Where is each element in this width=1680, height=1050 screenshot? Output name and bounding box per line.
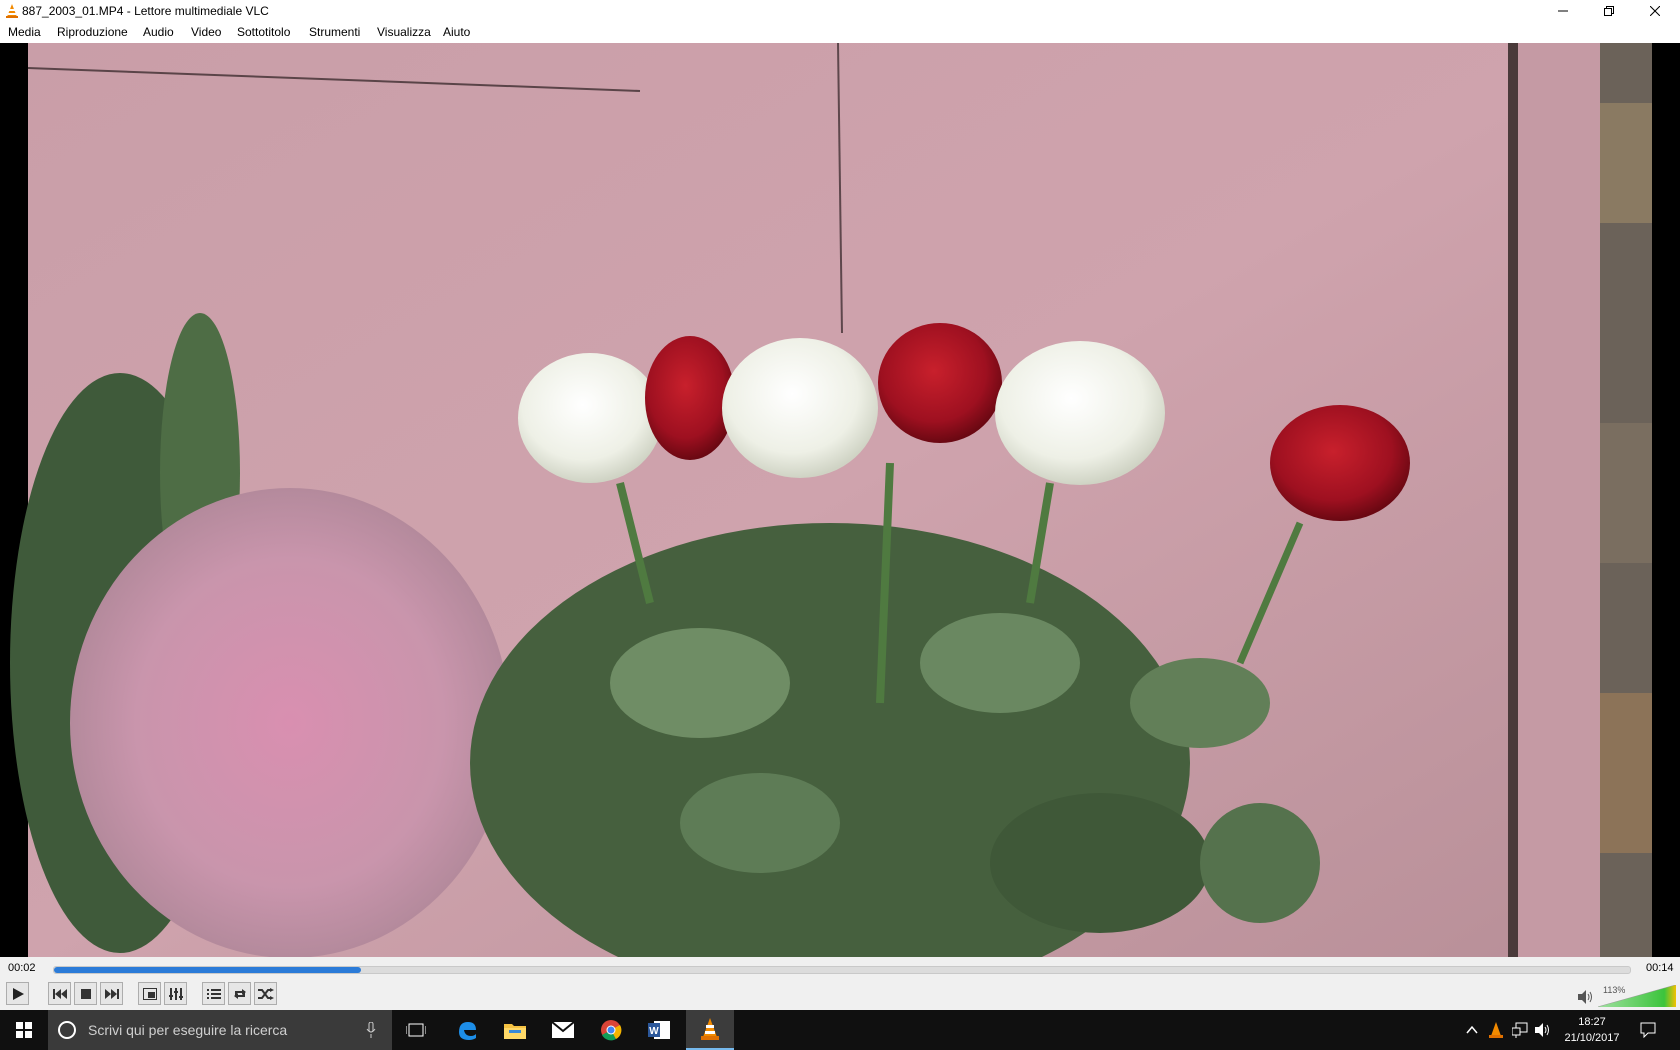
video-area[interactable] xyxy=(0,43,1680,957)
menu-audio[interactable]: Audio xyxy=(143,25,174,39)
taskbar-vlc[interactable] xyxy=(686,1010,734,1050)
menu-sottotitolo[interactable]: Sottotitolo xyxy=(237,25,290,39)
title-bar: 887_2003_01.MP4 - Lettore multimediale V… xyxy=(0,0,1680,22)
menu-aiuto[interactable]: Aiuto xyxy=(443,25,470,39)
search-box[interactable]: Scrivi qui per eseguire la ricerca xyxy=(48,1010,392,1050)
playlist-icon xyxy=(206,988,221,999)
elapsed-time[interactable]: 00:02 xyxy=(8,962,36,974)
menu-bar: Media Riproduzione Audio Video Sottotito… xyxy=(0,22,1680,43)
task-view-icon xyxy=(406,1023,426,1037)
previous-button[interactable] xyxy=(48,982,71,1005)
taskbar-mail[interactable] xyxy=(539,1010,587,1050)
stop-button[interactable] xyxy=(74,982,97,1005)
menu-video[interactable]: Video xyxy=(191,25,221,39)
close-button[interactable] xyxy=(1632,0,1678,22)
stop-icon xyxy=(80,988,91,999)
menu-media[interactable]: Media xyxy=(8,25,41,39)
vlc-cone-icon xyxy=(6,4,18,18)
microphone-icon[interactable] xyxy=(366,1022,376,1038)
menu-strumenti[interactable]: Strumenti xyxy=(309,25,360,39)
action-center-icon[interactable] xyxy=(1640,1022,1656,1038)
play-icon xyxy=(12,987,24,1000)
vlc-tray-icon[interactable] xyxy=(1489,1022,1503,1038)
menu-riproduzione[interactable]: Riproduzione xyxy=(57,25,128,39)
taskbar: Scrivi qui per eseguire la ricerca W 18:… xyxy=(0,1010,1680,1050)
search-placeholder: Scrivi qui per eseguire la ricerca xyxy=(88,1022,288,1038)
seek-bar[interactable] xyxy=(53,966,1631,974)
fullscreen-icon xyxy=(142,987,157,1000)
previous-icon xyxy=(52,988,67,999)
folder-icon xyxy=(504,1024,526,1039)
minimize-icon xyxy=(1558,10,1568,12)
edge-icon xyxy=(459,1022,476,1040)
tray-clock[interactable]: 18:27 21/10/2017 xyxy=(1556,1014,1628,1046)
taskbar-file-explorer[interactable] xyxy=(491,1010,539,1050)
network-icon[interactable] xyxy=(1512,1022,1528,1038)
control-bar: 00:02 00:14 113% xyxy=(0,957,1680,1010)
restore-icon xyxy=(1604,6,1614,16)
taskbar-word[interactable]: W xyxy=(635,1010,683,1050)
mail-icon xyxy=(552,1022,574,1038)
chevron-up-icon[interactable] xyxy=(1466,1025,1478,1035)
window-title: 887_2003_01.MP4 - Lettore multimediale V… xyxy=(22,4,269,18)
taskbar-edge[interactable] xyxy=(443,1010,491,1050)
seek-progress xyxy=(54,967,362,973)
vlc-cone-icon xyxy=(701,1018,719,1040)
extended-settings-button[interactable] xyxy=(164,982,187,1005)
loop-button[interactable] xyxy=(228,982,251,1005)
menu-visualizza[interactable]: Visualizza xyxy=(377,25,431,39)
minimize-button[interactable] xyxy=(1540,0,1586,22)
taskbar-chrome[interactable] xyxy=(587,1010,635,1050)
playlist-button[interactable] xyxy=(202,982,225,1005)
chrome-icon xyxy=(601,1020,622,1041)
windows-logo-icon xyxy=(16,1022,32,1038)
shuffle-icon xyxy=(257,987,274,1000)
task-view-button[interactable] xyxy=(392,1010,440,1050)
video-frame xyxy=(0,43,1680,957)
maximize-button[interactable] xyxy=(1586,0,1632,22)
fullscreen-button[interactable] xyxy=(138,982,161,1005)
next-button[interactable] xyxy=(100,982,123,1005)
total-time[interactable]: 00:14 xyxy=(1646,962,1674,974)
cortana-icon xyxy=(58,1021,76,1039)
next-icon xyxy=(104,988,119,999)
clock-time: 18:27 xyxy=(1578,1016,1606,1028)
shuffle-button[interactable] xyxy=(254,982,277,1005)
clock-date: 21/10/2017 xyxy=(1564,1032,1620,1044)
close-icon xyxy=(1650,6,1660,16)
loop-icon xyxy=(233,988,246,999)
word-icon: W xyxy=(648,1021,670,1039)
volume-tray-icon[interactable] xyxy=(1535,1022,1551,1038)
start-button[interactable] xyxy=(0,1010,48,1050)
equalizer-icon xyxy=(168,987,183,1000)
speaker-icon[interactable] xyxy=(1578,990,1594,1004)
play-button[interactable] xyxy=(6,982,29,1005)
volume-slider[interactable] xyxy=(1598,985,1676,1007)
svg-text:W: W xyxy=(649,1026,659,1037)
